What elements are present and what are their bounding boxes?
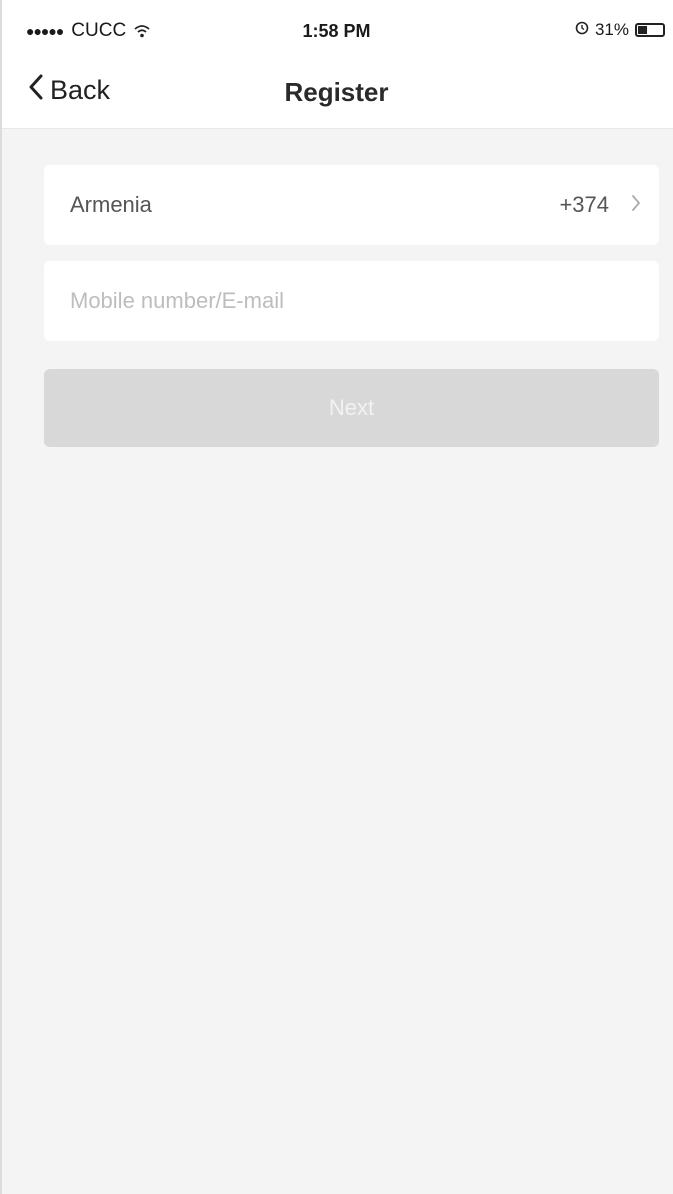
country-selector[interactable]: Armenia +374 (44, 165, 659, 245)
nav-bar: Back Register (0, 62, 673, 129)
status-bar: ●●●●● CUCC 1:58 PM 31% (0, 0, 673, 62)
alarm-icon (575, 20, 589, 40)
country-name: Armenia (70, 192, 152, 217)
page-title: Register (284, 77, 389, 107)
register-screen: ●●●●● CUCC 1:58 PM 31% Back Register Arm… (0, 0, 673, 1194)
battery-percent: 31% (594, 20, 629, 39)
battery-icon (635, 23, 665, 37)
next-button[interactable]: Next (44, 369, 659, 447)
status-time: 1:58 PM (302, 21, 371, 41)
country-code: +374 (559, 192, 609, 217)
battery-level (638, 26, 647, 34)
chevron-right-icon (631, 194, 641, 217)
status-right: 31% (575, 20, 665, 40)
mobile-email-field[interactable] (44, 261, 659, 341)
screen-edge-divider (0, 0, 2, 1194)
